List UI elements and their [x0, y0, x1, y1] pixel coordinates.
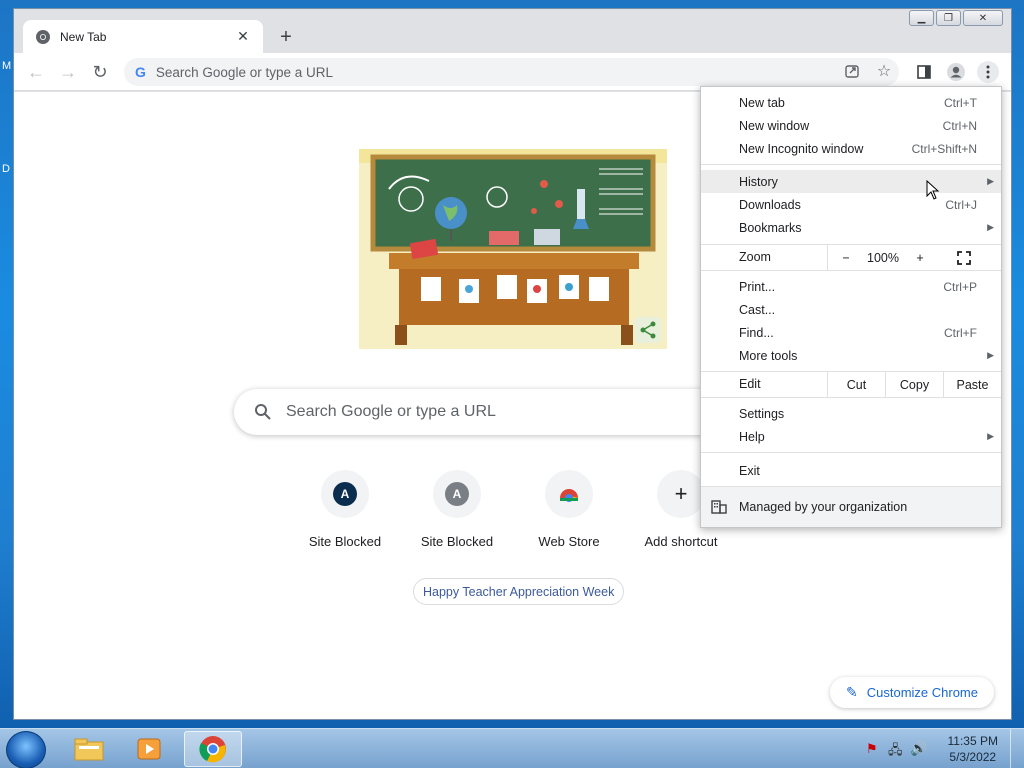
submenu-arrow-icon: ▶	[987, 350, 994, 360]
menu-item-settings[interactable]: Settings	[701, 402, 1001, 425]
site-letter-icon: A	[445, 482, 469, 506]
submenu-arrow-icon: ▶	[987, 222, 994, 232]
menu-item-more-tools[interactable]: More tools ▶	[701, 344, 1001, 367]
restore-button[interactable]: ❐	[936, 10, 961, 26]
copy-button[interactable]: Copy	[885, 372, 943, 397]
menu-item-find[interactable]: Find... Ctrl+F	[701, 321, 1001, 344]
shortcut-icon: A	[321, 470, 369, 518]
shortcut-tile[interactable]: A Site Blocked	[289, 470, 401, 549]
menu-edit-row: Edit Cut Copy Paste	[701, 372, 1001, 397]
close-window-button[interactable]: ✕	[963, 10, 1003, 26]
edit-label: Edit	[739, 377, 761, 391]
shortcut-label: Site Blocked	[308, 534, 382, 549]
close-tab-icon[interactable]: ✕	[235, 28, 251, 45]
window-controls: ▁ ❐ ✕	[909, 10, 1003, 26]
desktop-icon-label: D	[2, 163, 10, 175]
search-icon	[255, 404, 271, 420]
paste-button[interactable]: Paste	[943, 372, 1001, 397]
add-shortcut-icon: +	[657, 470, 705, 518]
taskbar: ⚑ 🖧 🔊 11:35 PM 5/3/2022	[0, 728, 1024, 768]
google-doodle-image[interactable]	[359, 149, 667, 349]
menu-item-history[interactable]: History ▶	[701, 170, 1001, 193]
clock-date: 5/3/2022	[949, 750, 997, 764]
menu-separator	[701, 452, 1001, 453]
submenu-arrow-icon: ▶	[987, 176, 994, 186]
menu-item-new-window[interactable]: New window Ctrl+N	[701, 114, 1001, 137]
building-icon	[711, 500, 727, 514]
tab-title: New Tab	[60, 29, 107, 44]
shortcut-icon	[545, 470, 593, 518]
customize-chrome-button[interactable]: ✎ Customize Chrome	[830, 677, 994, 708]
menu-item-cast[interactable]: Cast...	[701, 298, 1001, 321]
back-button[interactable]: ←	[24, 60, 48, 84]
zoom-level: 100%	[867, 250, 899, 265]
chrome-menu-icon[interactable]	[977, 61, 999, 83]
shortcut-label: Web Store	[538, 534, 600, 549]
shortcut-label: Site Blocked	[420, 534, 494, 549]
doodle-promo-link[interactable]: Happy Teacher Appreciation Week	[413, 578, 625, 605]
omnibox-placeholder: Search Google or type a URL	[155, 64, 333, 80]
action-center-flag-icon[interactable]: ⚑	[866, 741, 878, 757]
taskbar-clock[interactable]: 11:35 PM 5/3/2022	[948, 733, 998, 765]
menu-item-bookmarks[interactable]: Bookmarks ▶	[701, 216, 1001, 239]
side-panel-icon[interactable]	[913, 61, 935, 83]
google-g-icon: G	[135, 64, 146, 80]
site-letter-icon: A	[333, 482, 357, 506]
menu-separator	[701, 270, 1001, 271]
desktop-icon-label: M	[2, 60, 12, 72]
shortcut-label: Add shortcut	[644, 534, 718, 549]
menu-separator	[701, 397, 1001, 398]
zoom-label: Zoom	[739, 250, 771, 264]
omnibox[interactable]: G Search Google or type a URL	[124, 58, 899, 86]
zoom-in-button[interactable]: +	[902, 245, 938, 270]
chrome-app-menu: New tab Ctrl+T New window Ctrl+N New Incog…	[700, 86, 1002, 528]
pencil-icon: ✎	[846, 684, 858, 700]
reload-button[interactable]: ↻	[88, 60, 112, 84]
zoom-out-button[interactable]: −	[827, 245, 864, 270]
volume-icon[interactable]: 🔊	[910, 740, 927, 757]
menu-item-managed[interactable]: Managed by your organization	[701, 487, 1001, 527]
media-player-taskbar-icon[interactable]	[120, 731, 178, 767]
ntp-search-placeholder: Search Google or type a URL	[286, 403, 496, 420]
menu-separator	[701, 164, 1001, 165]
show-desktop-button[interactable]	[1010, 729, 1024, 768]
menu-item-downloads[interactable]: Downloads Ctrl+J	[701, 193, 1001, 216]
chrome-favicon-icon	[36, 29, 50, 44]
share-icon[interactable]	[842, 63, 862, 79]
cut-button[interactable]: Cut	[827, 372, 885, 397]
menu-zoom-row: Zoom − 100% +	[701, 245, 1001, 270]
fullscreen-icon[interactable]	[944, 245, 984, 270]
system-tray: ⚑ 🖧 🔊	[854, 729, 1024, 768]
web-store-icon	[560, 489, 578, 502]
menu-item-exit[interactable]: Exit	[701, 459, 1001, 482]
forward-button[interactable]: →	[56, 60, 80, 84]
submenu-arrow-icon: ▶	[987, 431, 994, 441]
new-tab-button[interactable]: +	[272, 24, 300, 50]
shortcut-tile[interactable]: Web Store	[513, 470, 625, 549]
start-button[interactable]	[6, 731, 46, 768]
menu-item-print[interactable]: Print... Ctrl+P	[701, 275, 1001, 298]
shortcut-tile[interactable]: A Site Blocked	[401, 470, 513, 549]
customize-label: Customize Chrome	[866, 685, 978, 700]
minimize-button[interactable]: ▁	[909, 10, 934, 26]
bookmark-star-icon[interactable]: ☆	[874, 61, 894, 81]
tab-new-tab[interactable]: New Tab ✕	[23, 20, 263, 53]
explorer-taskbar-icon[interactable]	[60, 731, 118, 767]
network-icon[interactable]: 🖧	[888, 741, 903, 763]
profile-avatar-icon[interactable]	[945, 61, 967, 83]
menu-item-new-incognito[interactable]: New Incognito window Ctrl+Shift+N	[701, 137, 1001, 160]
shortcut-icon: A	[433, 470, 481, 518]
menu-item-help[interactable]: Help ▶	[701, 425, 1001, 448]
chrome-taskbar-icon[interactable]	[184, 731, 242, 767]
mouse-cursor-icon	[926, 180, 940, 200]
menu-item-new-tab[interactable]: New tab Ctrl+T	[701, 91, 1001, 114]
clock-time: 11:35 PM	[947, 734, 998, 748]
